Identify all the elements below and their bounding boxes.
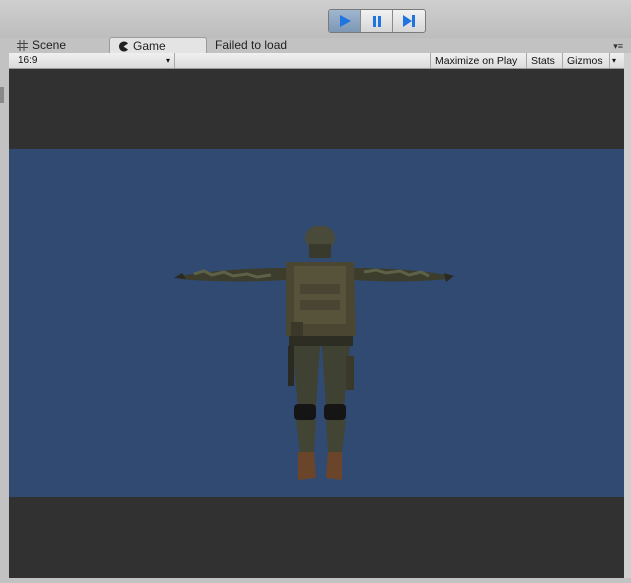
- chevron-down-icon: ▾: [612, 56, 617, 65]
- pause-icon: [372, 16, 381, 27]
- gizmos-dropdown[interactable]: ▾: [609, 53, 623, 68]
- tab-game[interactable]: Game: [109, 37, 207, 54]
- tab-scene-label: Scene: [32, 38, 67, 52]
- play-controls: [328, 9, 426, 33]
- step-button[interactable]: [393, 10, 425, 32]
- play-button[interactable]: [329, 10, 361, 32]
- tab-scene[interactable]: Scene: [17, 37, 66, 53]
- aspect-dropdown[interactable]: 16:9 ▾: [12, 53, 175, 68]
- left-panel-edge: [0, 69, 9, 578]
- tab-failed-label: Failed to load: [215, 38, 288, 52]
- panel-menu-icon[interactable]: ▾≡: [613, 41, 623, 52]
- gizmos-label: Gizmos: [567, 54, 603, 67]
- play-icon: [339, 15, 351, 27]
- resize-handle[interactable]: [0, 87, 4, 103]
- tab-game-label: Game: [133, 39, 166, 53]
- play-toolbar: [0, 0, 631, 38]
- chevron-down-icon: ▾: [165, 56, 170, 65]
- soldier-character: [174, 226, 454, 480]
- tab-failed-to-load[interactable]: Failed to load: [215, 37, 287, 53]
- step-icon: [403, 15, 415, 27]
- maximize-on-play-button[interactable]: Maximize on Play: [430, 53, 526, 68]
- game-viewport[interactable]: [9, 69, 624, 578]
- stats-button[interactable]: Stats: [526, 53, 562, 68]
- maximize-label: Maximize on Play: [435, 54, 518, 67]
- gizmos-button[interactable]: Gizmos: [562, 53, 609, 68]
- right-panel-edge: [624, 53, 631, 578]
- aspect-value: 16:9: [18, 55, 38, 66]
- pacman-icon: [118, 41, 129, 52]
- pause-button[interactable]: [361, 10, 393, 32]
- game-toolbar: 16:9 ▾ Maximize on Play Stats Gizmos ▾: [9, 53, 624, 69]
- hash-icon: [17, 39, 28, 51]
- stats-label: Stats: [531, 54, 555, 67]
- tab-strip: Scene Game Failed to load: [0, 37, 631, 54]
